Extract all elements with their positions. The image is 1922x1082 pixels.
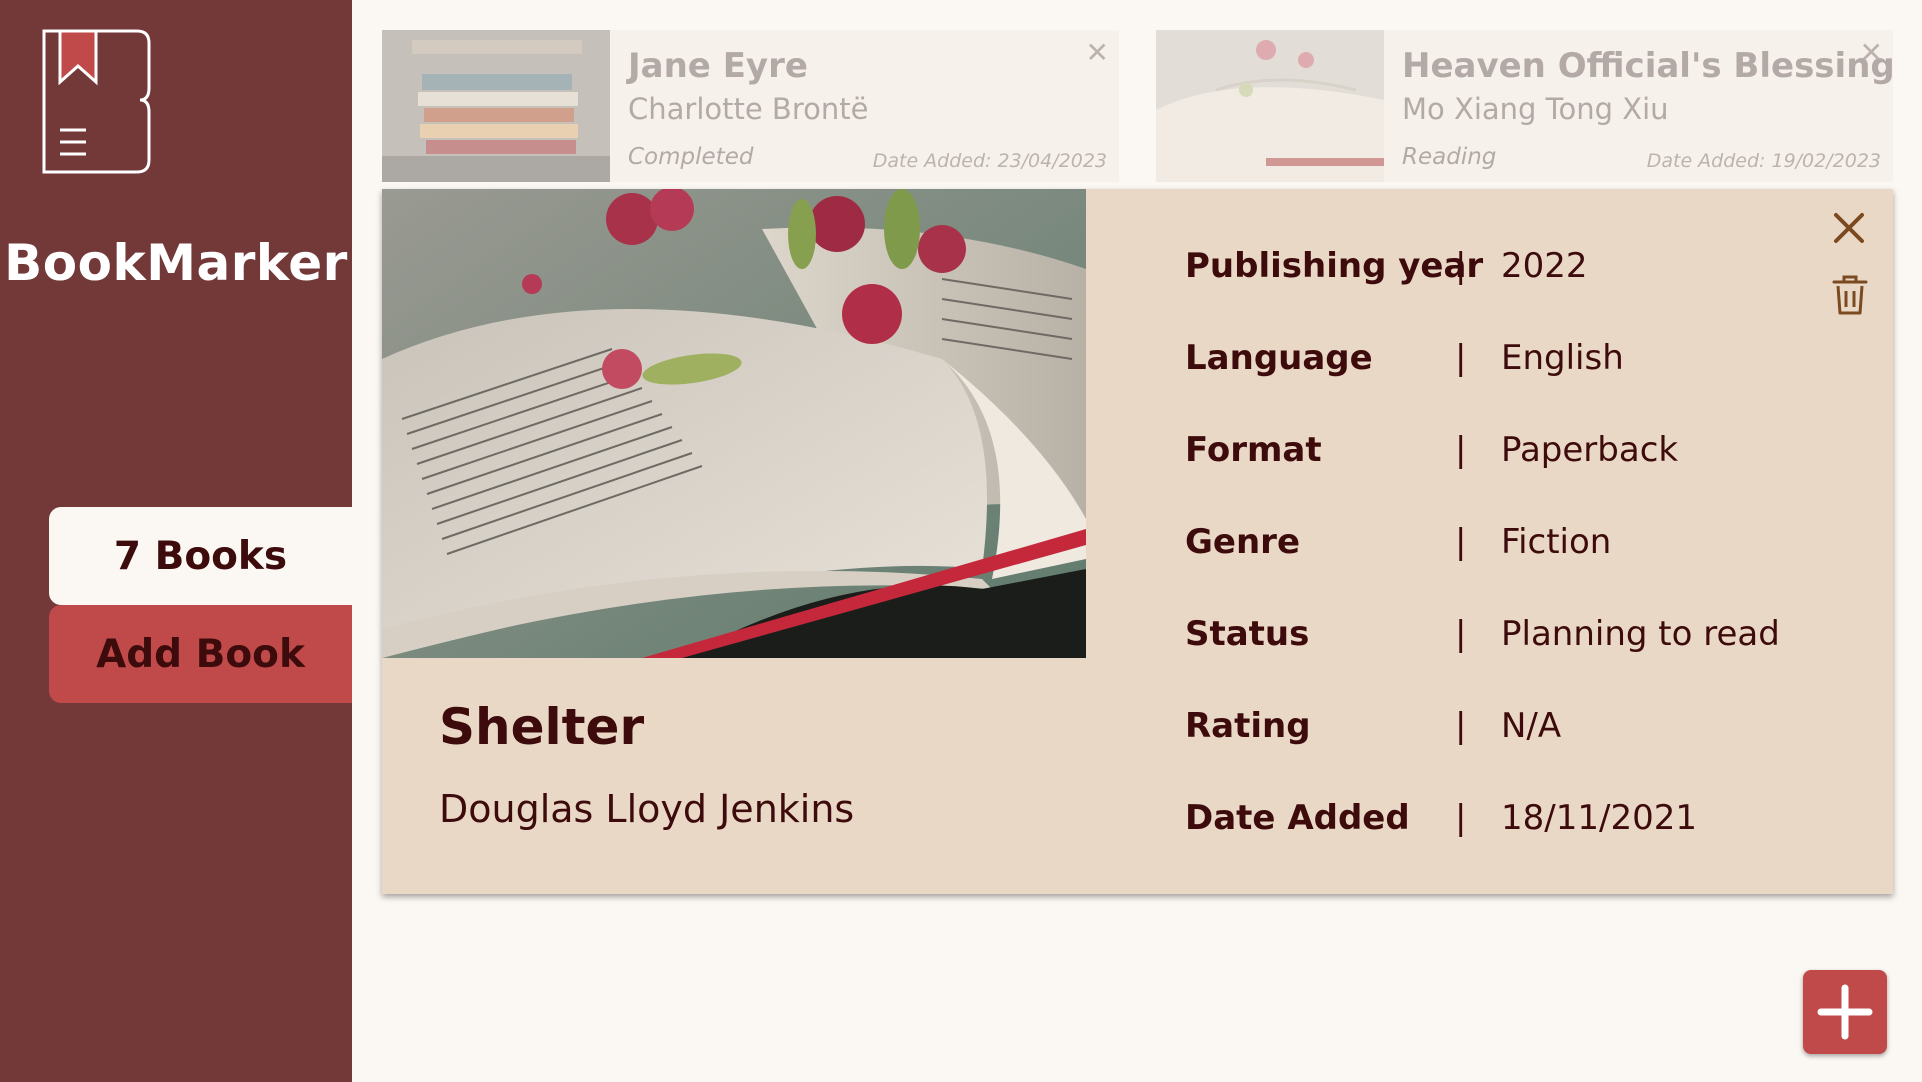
add-book-button[interactable]: Add Book — [49, 605, 352, 703]
book-card-title: Heaven Official's Blessing — [1402, 46, 1893, 86]
book-cover-image — [1156, 30, 1384, 182]
book-card[interactable]: Jane Eyre Charlotte Brontë Completed Dat… — [382, 30, 1119, 182]
property-separator: | — [1455, 338, 1467, 378]
book-title: Shelter — [439, 698, 645, 756]
bookmark-logo-icon — [42, 29, 151, 174]
property-label: Status — [1185, 614, 1310, 654]
property-separator: | — [1455, 614, 1467, 654]
property-separator: | — [1455, 246, 1467, 286]
book-card-status: Reading — [1402, 144, 1497, 170]
book-card-date-added: Date Added: 23/04/2023 — [872, 150, 1107, 172]
property-value: 2022 — [1501, 246, 1588, 286]
property-label: Date Added — [1185, 798, 1410, 838]
book-card-date-added: Date Added: 19/02/2023 — [1646, 150, 1881, 172]
book-author: Douglas Lloyd Jenkins — [439, 787, 855, 831]
property-genre: Genre | Fiction — [1185, 522, 1785, 572]
property-status: Status | Planning to read — [1185, 614, 1785, 664]
book-cover-image — [382, 30, 610, 182]
property-publishing-year: Publishing year | 2022 — [1185, 246, 1785, 296]
property-format: Format | Paperback — [1185, 430, 1785, 480]
book-card[interactable]: Heaven Official's Blessing Mo Xiang Tong… — [1156, 30, 1893, 182]
property-label: Rating — [1185, 706, 1311, 746]
property-value: Planning to read — [1501, 614, 1780, 654]
close-icon[interactable]: ✕ — [1860, 36, 1883, 69]
property-value: 18/11/2021 — [1501, 798, 1697, 838]
property-rating: Rating | N/A — [1185, 706, 1785, 756]
property-label: Genre — [1185, 522, 1300, 562]
close-icon[interactable]: ✕ — [1086, 36, 1109, 69]
trash-icon[interactable] — [1831, 273, 1869, 317]
property-language: Language | English — [1185, 338, 1785, 388]
close-icon[interactable] — [1831, 210, 1867, 246]
property-label: Format — [1185, 430, 1322, 470]
property-separator: | — [1455, 798, 1467, 838]
property-separator: | — [1455, 706, 1467, 746]
property-separator: | — [1455, 522, 1467, 562]
book-card-status: Completed — [628, 144, 754, 170]
property-separator: | — [1455, 430, 1467, 470]
property-value: Paperback — [1501, 430, 1679, 470]
book-card-author: Charlotte Brontë — [628, 92, 869, 126]
plus-icon — [1817, 984, 1873, 1040]
property-label: Publishing year — [1185, 246, 1484, 286]
book-cover-image — [382, 189, 1086, 658]
property-label: Language — [1185, 338, 1373, 378]
book-card-author: Mo Xiang Tong Xiu — [1402, 92, 1669, 126]
property-value: English — [1501, 338, 1624, 378]
property-value: Fiction — [1501, 522, 1612, 562]
book-card-title: Jane Eyre — [628, 46, 808, 86]
books-count-button[interactable]: 7 Books — [49, 507, 352, 605]
add-book-fab[interactable] — [1803, 970, 1887, 1054]
property-date-added: Date Added | 18/11/2021 — [1185, 798, 1785, 848]
book-detail-panel: Shelter Douglas Lloyd Jenkins Publishing… — [382, 189, 1893, 894]
app-name: BookMarker — [4, 234, 348, 292]
property-value: N/A — [1501, 706, 1562, 746]
sidebar: BookMarker 7 Books Add Book — [0, 0, 352, 1082]
